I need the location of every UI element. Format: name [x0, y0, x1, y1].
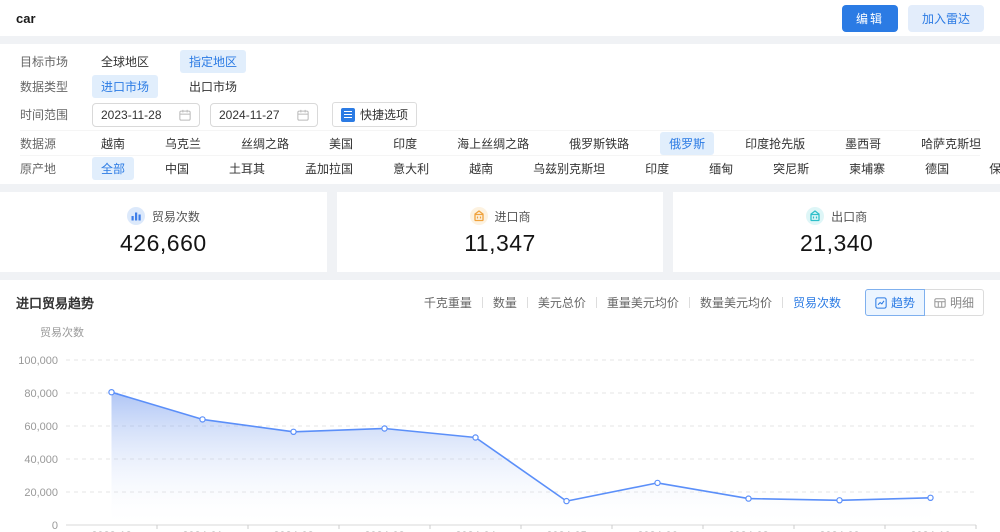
metric-tab-3[interactable]: 美元总价 — [528, 294, 596, 311]
data-type-label: 数据类型 — [20, 80, 69, 94]
stat-value: 21,340 — [800, 230, 874, 256]
svg-text:100,000: 100,000 — [18, 355, 58, 367]
detail-table-icon — [934, 297, 946, 308]
target-market-option[interactable]: 指定地区 — [180, 50, 247, 73]
data-source-option[interactable]: 俄罗斯 — [660, 131, 715, 155]
start-date-value: 2023-11-28 — [101, 107, 162, 122]
time-range-label: 时间范围 — [20, 108, 69, 122]
origin-option[interactable]: 中国 — [156, 157, 198, 180]
view-toggle: 趋势 明细 — [864, 289, 984, 316]
origin-option[interactable]: 全部 — [92, 156, 135, 180]
calendar-icon — [297, 109, 309, 121]
filter-row-data-type: 数据类型 进口市场 出口市场 — [20, 74, 980, 99]
quick-options-icon — [341, 107, 355, 122]
trade-count-icon — [126, 207, 145, 225]
origin-option[interactable]: 孟加拉国 — [296, 157, 362, 180]
filter-panel: 目标市场 全球地区 指定地区 数据类型 进口市场 出口市场 时间范围 2023-11… — [0, 44, 1000, 184]
stats-row: 贸易次数 426,660 进口商 11,347 出口商 21,340 — [0, 192, 1000, 272]
page-title: car — [16, 10, 36, 26]
metric-tab-2[interactable]: 数量 — [483, 294, 527, 311]
metric-tab-1[interactable]: 千克重量 — [414, 294, 482, 311]
svg-text:0: 0 — [52, 520, 58, 532]
metric-tab-6[interactable]: 贸易次数 — [783, 294, 851, 311]
origin-option[interactable]: 越南 — [460, 157, 502, 180]
trend-line-chart: 020,00040,00060,00080,000100,0002023-122… — [18, 355, 977, 532]
stat-label: 出口商 — [831, 209, 868, 224]
data-source-option[interactable]: 墨西哥 — [836, 132, 890, 155]
filter-row-origin: 原产地 全部中国土耳其孟加拉国意大利越南乌兹别克斯坦印度缅甸突尼斯柬埔寨德国保加… — [20, 155, 1000, 180]
stat-label: 进口商 — [494, 209, 531, 224]
trend-view-button[interactable]: 趋势 — [864, 289, 925, 316]
stat-header: 贸易次数 — [126, 207, 200, 225]
chart-title: 进口贸易趋势 — [16, 296, 95, 311]
origin-option[interactable]: 缅甸 — [700, 157, 742, 180]
chart-header: 进口贸易趋势 千克重量 数量 美元总价 重量美元均价 数量美元均价 贸易次数 趋势 明细 — [16, 289, 984, 316]
quick-options-button[interactable]: 快捷选项 — [332, 102, 418, 127]
metric-tabs: 千克重量 数量 美元总价 重量美元均价 数量美元均价 贸易次数 — [414, 294, 851, 311]
filter-row-data-source: 数据源 越南 乌克兰 丝绸之路 美国 印度 海上丝绸之路 俄罗斯铁路 俄罗斯 印度抢先版 墨西哥哈… — [20, 130, 981, 155]
origin-option[interactable]: 土耳其 — [220, 157, 274, 180]
origin-option[interactable]: 柬埔寨 — [840, 157, 894, 180]
stat-header: 进口商 — [469, 207, 531, 225]
chart-panel: 进口贸易趋势 千克重量 数量 美元总价 重量美元均价 数量美元均价 贸易次数 趋势 明细 贸… — [0, 280, 1000, 532]
origin-label: 原产地 — [20, 161, 57, 176]
edit-button[interactable]: 编辑 — [841, 4, 898, 32]
add-to-radar-button[interactable]: 加入雷达 — [907, 4, 984, 32]
stat-value: 11,347 — [464, 230, 536, 256]
data-source-option[interactable]: 海上丝绸之路 — [448, 132, 538, 155]
svg-text:80,000: 80,000 — [24, 388, 58, 400]
origin-options: 全部中国土耳其孟加拉国意大利越南乌兹别克斯坦印度缅甸突尼斯柬埔寨德国保加利亚葡萄… — [92, 156, 1000, 180]
trend-icon — [875, 296, 887, 309]
data-type-option[interactable]: 进口市场 — [92, 75, 159, 98]
data-source-option[interactable]: 印度抢先版 — [736, 132, 814, 155]
stat-card-出口商: 出口商 21,340 — [673, 192, 1000, 272]
start-date-input[interactable]: 2023-11-28 — [92, 102, 200, 127]
stat-card-进口商: 进口商 11,347 — [336, 192, 664, 272]
importer-icon — [469, 207, 488, 225]
metric-tab-5[interactable]: 数量美元均价 — [690, 294, 782, 311]
metric-tab-4[interactable]: 重量美元均价 — [597, 294, 689, 311]
topbar: car 编辑 加入雷达 — [0, 0, 1000, 36]
origin-option[interactable]: 突尼斯 — [764, 157, 818, 180]
origin-option[interactable]: 乌兹别克斯坦 — [524, 157, 614, 180]
end-date-value: 2024-11-27 — [219, 107, 280, 122]
data-source-option[interactable]: 丝绸之路 — [232, 132, 298, 155]
data-source-option[interactable]: 哈萨克斯坦 — [912, 132, 990, 155]
filter-row-target-market: 目标市场 全球地区 指定地区 — [20, 49, 980, 74]
calendar-icon — [179, 109, 191, 121]
data-source-option[interactable]: 美国 — [320, 132, 362, 155]
end-date-input[interactable]: 2024-11-27 — [210, 102, 318, 127]
data-source-option[interactable]: 俄罗斯铁路 — [560, 132, 638, 155]
stat-header: 出口商 — [806, 207, 867, 225]
stat-value: 426,660 — [120, 230, 207, 256]
target-market-label: 目标市场 — [20, 55, 69, 69]
target-market-option[interactable]: 全球地区 — [92, 50, 158, 73]
svg-text:60,000: 60,000 — [24, 421, 58, 433]
data-type-options: 进口市场 出口市场 — [92, 75, 246, 98]
data-source-label: 数据源 — [20, 136, 57, 151]
target-market-options: 全球地区 指定地区 — [92, 50, 247, 73]
data-type-option[interactable]: 出口市场 — [180, 75, 246, 98]
topbar-actions: 编辑 加入雷达 — [841, 4, 984, 32]
detail-view-button[interactable]: 明细 — [924, 289, 984, 316]
svg-text:20,000: 20,000 — [24, 487, 58, 499]
exporter-icon — [806, 207, 825, 225]
stat-label: 贸易次数 — [151, 209, 200, 224]
origin-option[interactable]: 印度 — [636, 157, 678, 180]
data-source-option[interactable]: 乌克兰 — [156, 132, 210, 155]
data-source-options: 越南 乌克兰 丝绸之路 美国 印度 海上丝绸之路 俄罗斯铁路 俄罗斯 印度抢先版 墨西哥 哈萨克斯坦… — [92, 131, 1000, 155]
origin-option[interactable]: 意大利 — [384, 157, 438, 180]
origin-option[interactable]: 保加利亚 — [980, 157, 1000, 180]
stat-card-贸易次数: 贸易次数 426,660 — [0, 192, 327, 272]
origin-option[interactable]: 德国 — [916, 157, 958, 180]
quick-options-label: 快捷选项 — [360, 108, 409, 122]
data-source-option[interactable]: 印度 — [384, 132, 426, 155]
data-source-option[interactable]: 越南 — [92, 132, 134, 155]
svg-text:40,000: 40,000 — [24, 454, 58, 466]
filter-row-time-range: 时间范围 2023-11-28 2024-11-27 快捷选项 — [20, 99, 980, 130]
y-axis-title: 贸易次数 — [40, 327, 84, 339]
